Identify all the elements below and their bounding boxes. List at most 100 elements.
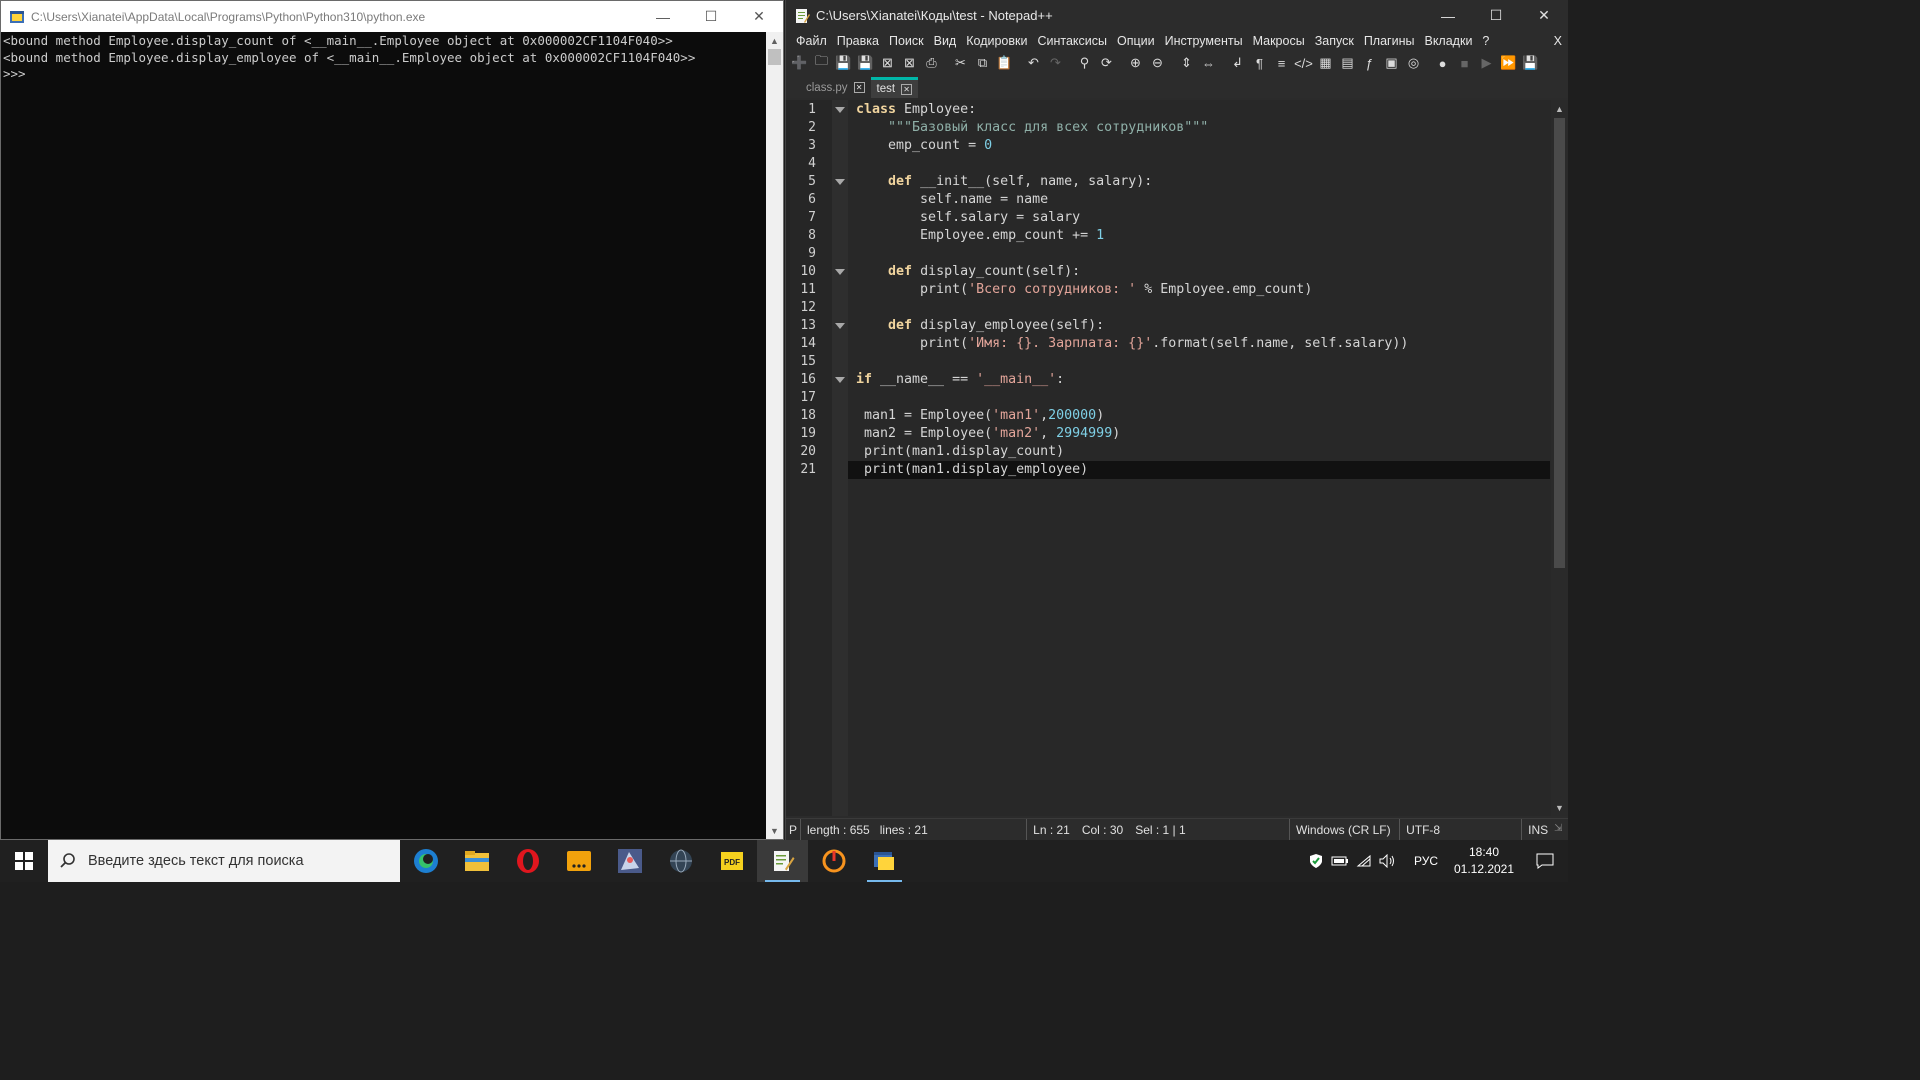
cut-icon[interactable]: ✂ — [951, 54, 970, 73]
scroll-thumb[interactable] — [1554, 118, 1565, 568]
play-macro-icon[interactable]: ▶ — [1477, 54, 1496, 73]
code-line[interactable]: class Employee: — [848, 101, 1550, 119]
document-map-icon[interactable]: ▦ — [1316, 54, 1335, 73]
menu-window[interactable]: Вкладки — [1419, 34, 1477, 48]
fold-toggle-icon[interactable] — [835, 377, 845, 383]
undo-icon[interactable]: ↶ — [1024, 54, 1043, 73]
close-button[interactable]: ✕ — [735, 1, 783, 32]
scroll-up-icon[interactable]: ▲ — [766, 32, 783, 49]
editor-scrollbar[interactable]: ▲ ▼ — [1551, 100, 1568, 816]
language-indicator[interactable]: РУС — [1406, 854, 1446, 868]
zoom-in-icon[interactable]: ⊕ — [1126, 54, 1145, 73]
code-line[interactable]: self.name = name — [848, 191, 1550, 209]
code-line[interactable] — [848, 353, 1550, 371]
code-line[interactable]: print('Имя: {}. Зарплата: {}'.format(sel… — [848, 335, 1550, 353]
minimize-button[interactable]: — — [1424, 0, 1472, 31]
code-line[interactable]: """Базовый класс для всех сотрудников""" — [848, 119, 1550, 137]
menu-macro[interactable]: Макросы — [1248, 34, 1310, 48]
resize-grip-icon[interactable]: ⇲ — [1554, 823, 1568, 837]
globe-app-icon[interactable] — [655, 840, 706, 882]
console-titlebar[interactable]: C:\Users\Xianatei\AppData\Local\Programs… — [1, 1, 783, 32]
new-file-icon[interactable]: ➕ — [790, 54, 809, 73]
scroll-thumb[interactable] — [768, 49, 781, 65]
menu-edit[interactable]: Правка — [832, 34, 884, 48]
status-eol[interactable]: Windows (CR LF) — [1290, 819, 1401, 840]
status-insert-mode[interactable]: INS — [1522, 819, 1554, 840]
code-line[interactable]: print(man1.display_count) — [848, 443, 1550, 461]
menu-plugins[interactable]: Плагины — [1359, 34, 1420, 48]
maximize-button[interactable]: ☐ — [687, 1, 735, 32]
function-list-icon[interactable]: ƒ — [1360, 54, 1379, 73]
code-line[interactable] — [848, 389, 1550, 407]
game-app-icon[interactable] — [604, 840, 655, 882]
python-taskbar-icon[interactable] — [859, 840, 910, 882]
fold-toggle-icon[interactable] — [835, 323, 845, 329]
code-line[interactable]: man2 = Employee('man2', 2994999) — [848, 425, 1550, 443]
taskbar-search[interactable]: Введите здесь текст для поиска — [48, 840, 400, 882]
close-document-button[interactable]: X — [1549, 34, 1568, 48]
menu-help[interactable]: ? — [1477, 34, 1494, 48]
word-wrap-icon[interactable]: ↲ — [1228, 54, 1247, 73]
save-macro-icon[interactable]: 💾 — [1521, 54, 1540, 73]
defender-shield-icon[interactable] — [1304, 853, 1328, 869]
tab-class-py[interactable]: class.py ✕ — [800, 77, 871, 98]
code-line[interactable]: print('Всего сотрудников: ' % Employee.e… — [848, 281, 1550, 299]
battery-icon[interactable] — [1328, 855, 1352, 867]
zoom-out-icon[interactable]: ⊖ — [1148, 54, 1167, 73]
find-icon[interactable]: ⚲ — [1075, 54, 1094, 73]
code-line[interactable]: def display_count(self): — [848, 263, 1550, 281]
code-line[interactable] — [848, 155, 1550, 173]
menu-encoding[interactable]: Кодировки — [961, 34, 1032, 48]
code-line[interactable]: self.salary = salary — [848, 209, 1550, 227]
menu-settings[interactable]: Опции — [1112, 34, 1160, 48]
fold-toggle-icon[interactable] — [835, 107, 845, 113]
scroll-down-icon[interactable]: ▼ — [766, 822, 783, 839]
clock[interactable]: 18:40 01.12.2021 — [1446, 844, 1522, 878]
menu-tools[interactable]: Инструменты — [1160, 34, 1248, 48]
code-line[interactable]: def display_employee(self): — [848, 317, 1550, 335]
minimize-button[interactable]: — — [639, 1, 687, 32]
menu-file[interactable]: Файл — [791, 34, 832, 48]
close-all-icon[interactable]: ⊠ — [900, 54, 919, 73]
fold-toggle-icon[interactable] — [835, 179, 845, 185]
notepad-taskbar-icon[interactable] — [757, 840, 808, 882]
close-file-icon[interactable]: ⊠ — [878, 54, 897, 73]
udl-icon[interactable]: </> — [1294, 54, 1313, 73]
opera-icon[interactable] — [502, 840, 553, 882]
stop-macro-icon[interactable]: ■ — [1455, 54, 1474, 73]
replace-icon[interactable]: ⟳ — [1097, 54, 1116, 73]
console-scrollbar[interactable]: ▲ ▼ — [766, 32, 783, 839]
document-list-icon[interactable]: ▤ — [1338, 54, 1357, 73]
fold-margin[interactable] — [832, 100, 848, 816]
open-file-icon[interactable]: 🗀 — [812, 53, 831, 73]
run-macro-multiple-icon[interactable]: ⏩ — [1499, 54, 1518, 73]
menu-language[interactable]: Синтаксисы — [1032, 34, 1112, 48]
indent-guide-icon[interactable]: ≡ — [1272, 54, 1291, 73]
record-macro-icon[interactable]: ● — [1433, 54, 1452, 73]
code-line[interactable]: def __init__(self, name, salary): — [848, 173, 1550, 191]
notification-icon[interactable] — [1522, 853, 1568, 869]
folder-workspace-icon[interactable]: ▣ — [1382, 54, 1401, 73]
file-explorer-icon[interactable] — [451, 840, 502, 882]
sticky-app-icon[interactable] — [553, 840, 604, 882]
menu-view[interactable]: Вид — [929, 34, 962, 48]
paste-icon[interactable]: 📋 — [995, 54, 1014, 73]
sync-vertical-icon[interactable]: ⇕ — [1177, 54, 1196, 73]
wifi-icon[interactable] — [1352, 854, 1376, 868]
notepad-titlebar[interactable]: C:\Users\Xianatei\Коды\test - Notepad++ … — [786, 0, 1568, 31]
menu-search[interactable]: Поиск — [884, 34, 929, 48]
edge-icon[interactable] — [400, 840, 451, 882]
code-line[interactable]: print(man1.display_employee) — [848, 461, 1550, 479]
code-line[interactable]: man1 = Employee('man1',200000) — [848, 407, 1550, 425]
menu-run[interactable]: Запуск — [1310, 34, 1359, 48]
status-encoding[interactable]: UTF-8 — [1400, 819, 1523, 840]
save-all-icon[interactable]: 💾 — [856, 54, 875, 73]
code-line[interactable] — [848, 299, 1550, 317]
scroll-up-icon[interactable]: ▲ — [1551, 100, 1568, 117]
scroll-down-icon[interactable]: ▼ — [1551, 799, 1568, 816]
tab-test[interactable]: test ✕ — [870, 77, 919, 98]
code-line[interactable]: Employee.emp_count += 1 — [848, 227, 1550, 245]
code-line[interactable]: if __name__ == '__main__': — [848, 371, 1550, 389]
show-all-chars-icon[interactable]: ¶ — [1250, 54, 1269, 73]
monitoring-icon[interactable]: ◎ — [1404, 54, 1423, 73]
